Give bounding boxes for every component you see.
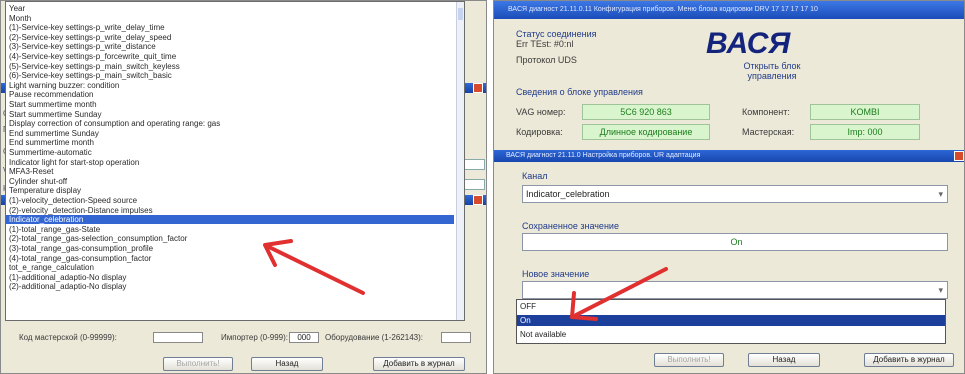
stored-value-field: On (522, 233, 948, 251)
execute-button[interactable]: Выполнить! (163, 357, 233, 371)
importer-label: Импортер (0-999): (221, 333, 289, 342)
scrollbar-thumb[interactable] (458, 8, 463, 20)
dropdown-option[interactable]: (2)-additional_adaptio-No display (6, 282, 454, 291)
workshop-code-label: Код мастерской (0-99999): (19, 333, 117, 342)
dropdown-option[interactable]: Indicator_celebration (6, 215, 454, 225)
dropdown-option[interactable]: End summertime Sunday (6, 129, 454, 138)
window-title: ВАСЯ диагност 21.11.0.11 Конфигурация пр… (494, 1, 964, 19)
dropdown-option[interactable]: Temperature display (6, 186, 454, 195)
channel-dropdown-list[interactable]: Year Month (1)-Service-key settings-p_writ… (5, 1, 465, 321)
dropdown-option[interactable]: Indicator light for start-stop operation (6, 158, 454, 167)
dropdown-option[interactable]: Start summertime Sunday (6, 110, 454, 119)
equipment-label: Оборудование (1-262143): (325, 333, 423, 342)
dropdown-option[interactable]: (4)-total_range_gas-consumption_factor (6, 254, 454, 263)
block-info-label: Сведения о блоке управления (516, 87, 643, 97)
new-value-label: Новое значение (522, 269, 590, 279)
dropdown-option[interactable]: (2)-Service-key settings-p_write_delay_s… (6, 33, 454, 42)
close-icon[interactable] (473, 83, 483, 93)
back-button[interactable]: Назад (251, 357, 323, 371)
right-screenshot-panel: ВАСЯ диагност 21.11.0.11 Конфигурация пр… (493, 0, 965, 374)
add-to-log-button[interactable]: Добавить в журнал (373, 357, 465, 371)
dropdown-option[interactable]: End summertime month (6, 138, 454, 147)
dropdown-option[interactable]: (6)-Service-key settings-p_main_switch_b… (6, 71, 454, 80)
equipment-input[interactable] (441, 332, 471, 343)
component-label: Компонент: (742, 107, 790, 117)
execute-button[interactable]: Выполнить! (654, 353, 724, 367)
connection-status-label: Статус соединения (516, 29, 597, 39)
chevron-down-icon[interactable]: ▾ (938, 282, 943, 298)
dropdown-option[interactable]: (2)-total_range_gas-selection_consumptio… (6, 234, 454, 243)
add-to-log-button[interactable]: Добавить в журнал (864, 353, 954, 367)
dropdown-option[interactable]: Display correction of consumption and op… (6, 119, 454, 128)
sub-window-title: ВАСЯ диагност 21.11.0 Настройка приборов… (494, 150, 964, 162)
new-value-option[interactable]: On (517, 315, 945, 326)
channel-value: Indicator_celebration (526, 189, 610, 199)
workshop-code-input[interactable] (153, 332, 203, 343)
dropdown-scrollbar[interactable] (456, 2, 464, 320)
dropdown-option[interactable]: (1)-velocity_detection-Speed source (6, 196, 454, 205)
stored-value-label: Сохраненное значение (522, 221, 619, 231)
dropdown-option[interactable]: Cylinder shut-off (6, 177, 454, 186)
new-value-select[interactable]: ▾ (522, 281, 948, 299)
dropdown-option[interactable]: (4)-Service-key settings-p_forcewrite_qu… (6, 52, 454, 61)
dropdown-option[interactable]: Month (6, 14, 454, 23)
protocol-label: Протокол UDS (516, 55, 577, 65)
chevron-down-icon[interactable]: ▾ (938, 186, 943, 202)
close-icon[interactable] (473, 195, 483, 205)
dropdown-option[interactable]: Pause recommendation (6, 90, 454, 99)
open-block-button[interactable]: Открыть блок управления (722, 61, 822, 81)
left-screenshot-panel: С П С V К YearMonth(1)-Service-key setti… (0, 0, 487, 374)
dropdown-option[interactable]: (2)-velocity_detection-Distance impulses (6, 206, 454, 215)
workshop-field: Imp: 000 (810, 124, 920, 140)
app-logo: ВАСЯ (706, 27, 791, 60)
coding-label: Кодировка: (516, 127, 563, 137)
dropdown-option[interactable]: tot_e_range_calculation (6, 263, 454, 272)
dropdown-option[interactable]: (3)-Service-key settings-p_write_distanc… (6, 42, 454, 51)
dropdown-option[interactable]: Light warning buzzer: condition (6, 81, 454, 90)
workshop-label: Мастерская: (742, 127, 795, 137)
dropdown-option[interactable]: Summertime-automatic (6, 148, 454, 157)
vag-number-field: 5C6 920 863 (582, 104, 710, 120)
new-value-options-list[interactable]: OFF On Not available (516, 299, 946, 344)
dropdown-option[interactable]: (1)-total_range_gas-State (6, 225, 454, 234)
dropdown-option[interactable]: Start summertime month (6, 100, 454, 109)
connection-status-value: Err TEst: #0:nl (516, 39, 574, 49)
dropdown-option[interactable]: Year (6, 4, 454, 13)
vag-number-label: VAG номер: (516, 107, 566, 117)
dropdown-option[interactable]: (1)-Service-key settings-p_write_delay_t… (6, 23, 454, 32)
dropdown-option[interactable]: (3)-total_range_gas-consumption_profile (6, 244, 454, 253)
back-button[interactable]: Назад (748, 353, 820, 367)
new-value-option[interactable]: OFF (517, 301, 945, 312)
coding-field: Длинное кодирование (582, 124, 710, 140)
channel-label: Канал (522, 171, 548, 181)
background-field (463, 179, 485, 190)
dropdown-option[interactable]: MFA3-Reset (6, 167, 454, 176)
dropdown-option[interactable]: (5)-Service-key settings-p_main_switch_k… (6, 62, 454, 71)
sub-window-title-text: ВАСЯ диагност 21.11.0 Настройка приборов… (506, 152, 701, 159)
background-field (463, 159, 485, 170)
new-value-option[interactable]: Not available (517, 329, 945, 340)
importer-input[interactable]: 000 (289, 332, 319, 343)
close-icon[interactable] (954, 151, 964, 161)
channel-select[interactable]: Indicator_celebration ▾ (522, 185, 948, 203)
component-field: KOMBI (810, 104, 920, 120)
dropdown-option[interactable]: (1)-additional_adaptio-No display (6, 273, 454, 282)
